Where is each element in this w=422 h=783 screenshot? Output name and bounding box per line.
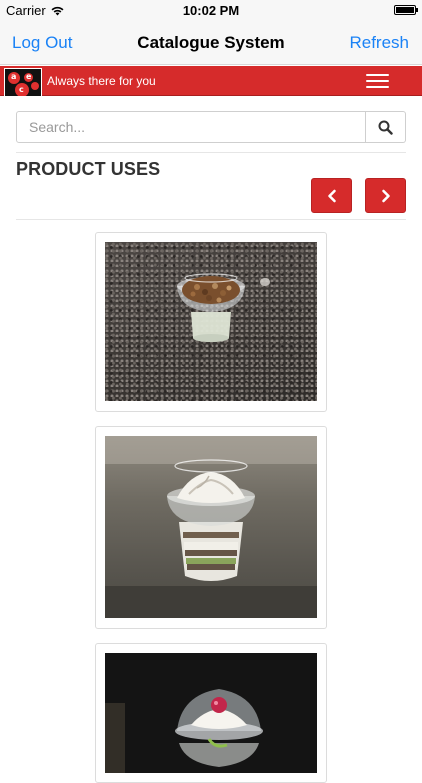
brand-tagline: Always there for you — [47, 74, 156, 88]
brand-header: a c e packaging Always there for you — [0, 66, 422, 106]
logo-letter-c: c — [19, 85, 24, 94]
search-input[interactable] — [16, 111, 366, 143]
previous-button[interactable] — [311, 178, 352, 213]
section-title: PRODUCT USES — [16, 159, 161, 179]
search-icon — [378, 120, 393, 135]
next-button[interactable] — [365, 178, 406, 213]
status-time: 10:02 PM — [182, 3, 240, 18]
search-bar — [0, 96, 422, 152]
hamburger-menu-icon[interactable] — [366, 74, 389, 88]
status-bar: Carrier 10:02 PM — [0, 0, 422, 22]
navigation-bar: Log Out Catalogue System Refresh — [0, 22, 422, 65]
product-image — [105, 242, 317, 401]
chevron-right-icon — [381, 189, 390, 202]
product-card[interactable] — [95, 643, 327, 783]
logo-letter-e: e — [26, 72, 32, 81]
refresh-button[interactable]: Refresh — [349, 33, 409, 53]
divider — [16, 219, 406, 220]
product-image — [105, 436, 317, 618]
product-card[interactable] — [95, 426, 327, 629]
chevron-left-icon — [327, 189, 336, 202]
product-image — [105, 653, 317, 773]
divider — [16, 152, 406, 153]
search-button[interactable] — [366, 111, 406, 143]
battery-icon — [394, 5, 418, 15]
product-card[interactable] — [95, 232, 327, 412]
logo-letter-a: a — [11, 72, 17, 81]
